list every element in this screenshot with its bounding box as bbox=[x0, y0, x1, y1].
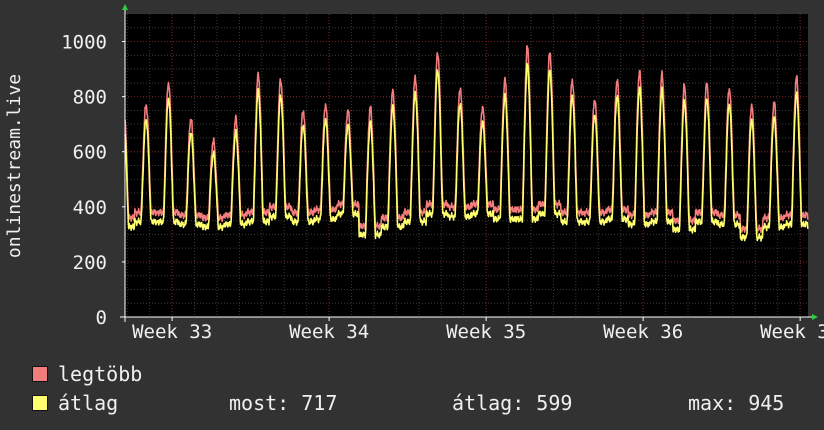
legend-label-avg: átlag bbox=[58, 391, 119, 415]
stat-atlag: átlag: 599 bbox=[452, 391, 573, 415]
x-tick-label: Week 35 bbox=[446, 321, 526, 343]
x-tick-labels: Week 33 Week 34 Week 35 Week 36 Week 37 bbox=[132, 317, 824, 343]
legend-row-max: legtöbb bbox=[32, 364, 142, 384]
line-chart: 02004006008001000 Week 33 Week 34 Week 35 W… bbox=[4, 4, 824, 343]
y-tick-label: 1000 bbox=[61, 32, 107, 54]
legend-label-max: legtöbb bbox=[58, 362, 143, 386]
legend-swatch-max bbox=[32, 366, 48, 382]
x-tick-label: Week 33 bbox=[132, 321, 212, 343]
y-axis-label: onlinestream.live bbox=[4, 74, 25, 258]
y-axis-arrow bbox=[122, 4, 128, 10]
x-tick-label: Week 34 bbox=[289, 321, 369, 343]
x-tick-label: Week 37 bbox=[760, 321, 824, 343]
y-tick-label: 0 bbox=[96, 307, 107, 329]
x-axis-arrow bbox=[812, 314, 818, 320]
stat-most: most: 717 bbox=[229, 391, 338, 415]
y-tick-label: 800 bbox=[73, 87, 107, 109]
y-tick-labels: 0 200 400 600 800 1000 bbox=[61, 32, 125, 329]
y-tick-label: 400 bbox=[73, 197, 107, 219]
y-tick-label: 600 bbox=[73, 142, 107, 164]
x-tick-label: Week 36 bbox=[603, 321, 683, 343]
y-tick-label: 200 bbox=[73, 252, 107, 274]
legend-swatch-avg bbox=[32, 395, 48, 411]
stat-max: max: 945 bbox=[688, 391, 785, 415]
legend-row-avg: átlag most: 717 átlag: 599 max: 945 bbox=[32, 393, 812, 413]
